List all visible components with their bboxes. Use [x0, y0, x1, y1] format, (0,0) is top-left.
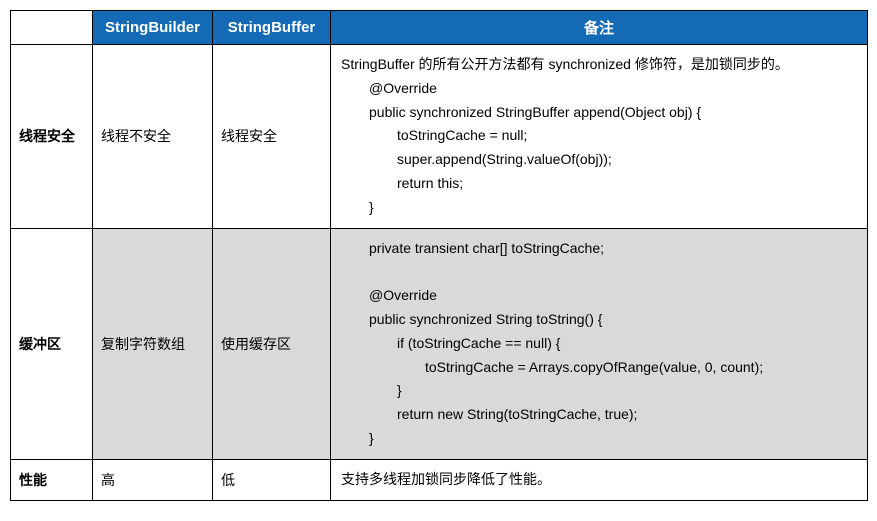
row-label: 缓冲区	[11, 228, 93, 459]
cell-stringbuffer: 低	[213, 459, 331, 500]
cell-stringbuilder: 复制字符数组	[93, 228, 213, 459]
cell-remark: StringBuffer 的所有公开方法都有 synchronized 修饰符，…	[331, 45, 868, 229]
table-body: 线程安全线程不安全线程安全 StringBuffer 的所有公开方法都有 sync…	[11, 45, 868, 501]
row-label: 性能	[11, 459, 93, 500]
table-header-row: StringBuilder StringBuffer 备注	[11, 11, 868, 45]
code-line: }	[341, 379, 857, 403]
code-line: public synchronized StringBuffer append(…	[341, 101, 857, 125]
cell-stringbuffer: 线程安全	[213, 45, 331, 229]
remark-intro: StringBuffer 的所有公开方法都有 synchronized 修饰符，…	[341, 53, 857, 77]
code-line	[341, 260, 857, 284]
header-stringbuilder: StringBuilder	[93, 11, 213, 45]
code-line: @Override	[341, 77, 857, 101]
cell-stringbuilder: 线程不安全	[93, 45, 213, 229]
code-line: toStringCache = null;	[341, 124, 857, 148]
code-line: return this;	[341, 172, 857, 196]
table-row: 缓冲区复制字符数组使用缓存区private transient char[] t…	[11, 228, 868, 459]
code-line: super.append(String.valueOf(obj));	[341, 148, 857, 172]
header-remark: 备注	[331, 11, 868, 45]
table-row: 性能高低支持多线程加锁同步降低了性能。	[11, 459, 868, 500]
remark-intro: 支持多线程加锁同步降低了性能。	[341, 468, 857, 492]
cell-stringbuilder: 高	[93, 459, 213, 500]
comparison-table: StringBuilder StringBuffer 备注 线程安全线程不安全线…	[10, 10, 868, 501]
code-line: if (toStringCache == null) {	[341, 332, 857, 356]
code-line: private transient char[] toStringCache;	[341, 237, 857, 261]
cell-remark: 支持多线程加锁同步降低了性能。	[331, 459, 868, 500]
table-row: 线程安全线程不安全线程安全 StringBuffer 的所有公开方法都有 sync…	[11, 45, 868, 229]
row-label: 线程安全	[11, 45, 93, 229]
code-line: return new String(toStringCache, true);	[341, 403, 857, 427]
code-line: public synchronized String toString() {	[341, 308, 857, 332]
cell-remark: private transient char[] toStringCache; …	[331, 228, 868, 459]
code-line: }	[341, 427, 857, 451]
header-blank	[11, 11, 93, 45]
code-line: toStringCache = Arrays.copyOfRange(value…	[341, 356, 857, 380]
code-line: @Override	[341, 284, 857, 308]
code-line: }	[341, 196, 857, 220]
header-stringbuffer: StringBuffer	[213, 11, 331, 45]
cell-stringbuffer: 使用缓存区	[213, 228, 331, 459]
